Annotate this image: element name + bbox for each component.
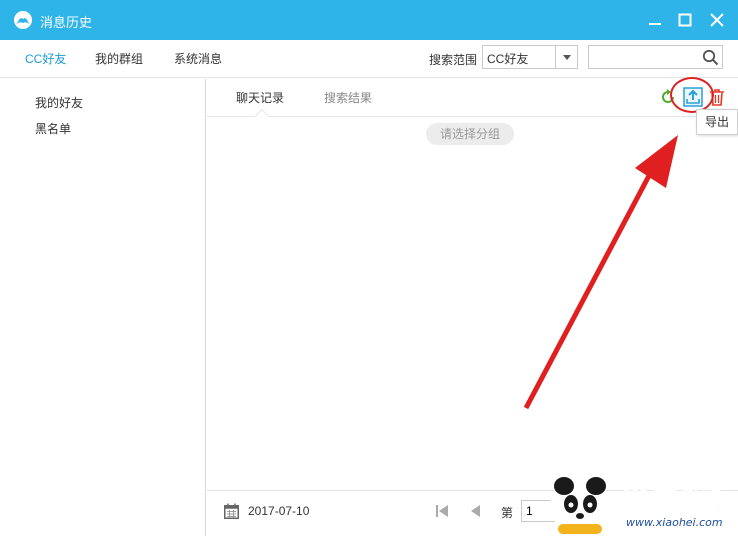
delete-icon[interactable] [709,88,725,106]
active-tab-pointer [254,108,270,124]
minimize-button[interactable] [643,8,667,32]
export-icon[interactable] [683,87,703,107]
sidebar-item-blacklist[interactable]: 黑名单 [35,120,71,137]
minimize-icon [649,23,661,25]
sub-tabs: 聊天记录 搜索结果 [207,77,738,124]
search-field[interactable] [588,45,723,69]
bottom-bar: 2017-07-10 第 [207,490,738,536]
calendar-icon[interactable] [224,503,239,519]
export-tooltip: 导出 [696,109,738,135]
close-icon [710,13,724,27]
tab-chat-records[interactable]: 聊天记录 [236,89,284,106]
dropdown-arrow[interactable] [555,46,577,68]
chevron-down-icon [562,54,571,60]
refresh-icon[interactable] [659,88,677,106]
date-display[interactable]: 2017-07-10 [248,504,309,518]
search-input[interactable] [591,48,697,66]
tab-my-groups[interactable]: 我的群组 [95,50,143,67]
search-icon[interactable] [702,49,719,66]
previous-page-icon[interactable] [469,503,481,519]
search-scope-value: CC好友 [487,52,529,66]
main-pane: 聊天记录 搜索结果 请选择分组 导出 2017-07-10 第 1 [207,77,738,536]
close-button[interactable] [705,8,729,32]
page-number-input[interactable] [521,500,561,522]
search-scope-select[interactable]: CC好友 [482,45,578,69]
window-title: 消息历史 [40,15,93,30]
sidebar-item-my-friends[interactable]: 我的好友 [35,94,83,111]
page-label: 第 [501,506,514,520]
sidebar: 我的好友 黑名单 [0,79,206,536]
maximize-button[interactable] [673,8,697,32]
tab-search-results[interactable]: 搜索结果 [324,89,372,106]
search-scope-label: 搜索范围 [429,53,478,67]
tab-cc-friends[interactable]: CC好友 [25,50,66,67]
app-logo-icon [14,11,32,29]
select-group-hint: 请选择分组 [426,123,514,145]
title-bar: 消息历史 [0,0,738,40]
maximize-icon [678,13,692,27]
nav-bar: CC好友 我的群组 系统消息 搜索范围 CC好友 [0,40,738,78]
first-page-icon[interactable] [435,503,449,519]
tab-system-messages[interactable]: 系统消息 [174,50,222,67]
